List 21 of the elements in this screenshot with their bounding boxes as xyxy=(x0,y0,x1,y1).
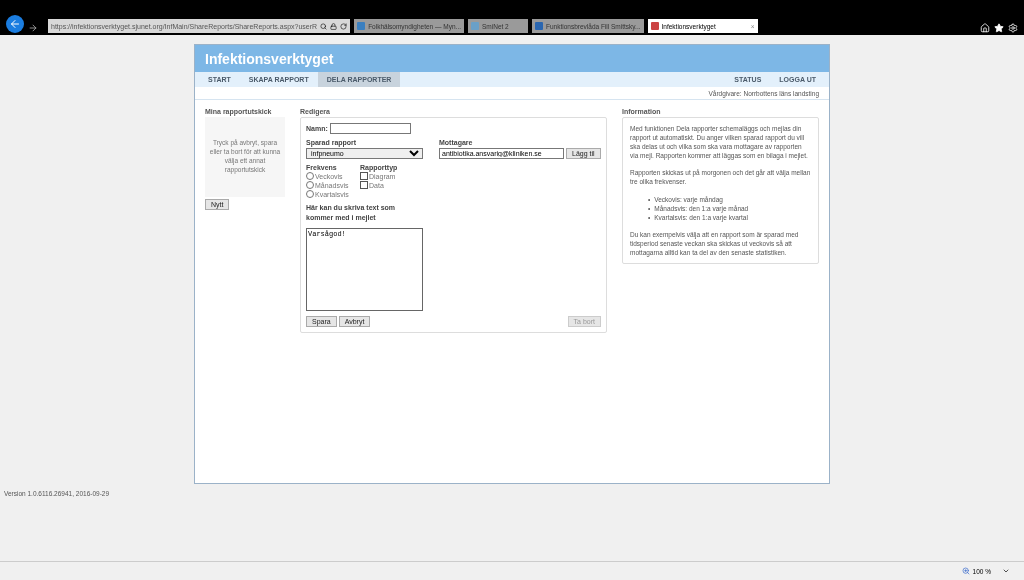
settings-icon[interactable] xyxy=(1008,23,1018,33)
star-icon[interactable] xyxy=(994,23,1004,33)
favicon-icon xyxy=(535,22,543,30)
search-icon[interactable] xyxy=(320,22,328,30)
refresh-icon[interactable] xyxy=(340,22,348,30)
radio-button[interactable] xyxy=(306,172,314,180)
caret-icon[interactable] xyxy=(1002,567,1010,575)
checkbox[interactable] xyxy=(360,181,368,189)
checkbox[interactable] xyxy=(360,172,368,180)
lock-icon xyxy=(330,22,338,30)
name-field[interactable] xyxy=(329,123,411,134)
home-icon[interactable] xyxy=(980,23,990,33)
favicon-icon xyxy=(650,22,659,30)
app-title: Infektionsverktyget xyxy=(205,50,334,67)
radio-button[interactable] xyxy=(306,190,314,198)
forward-icon[interactable] xyxy=(28,23,38,33)
zoom-icon xyxy=(961,567,970,575)
back-icon[interactable] xyxy=(6,15,24,33)
favicon-icon xyxy=(357,22,366,30)
radio-button[interactable] xyxy=(306,181,314,189)
favicon-icon xyxy=(471,22,479,30)
